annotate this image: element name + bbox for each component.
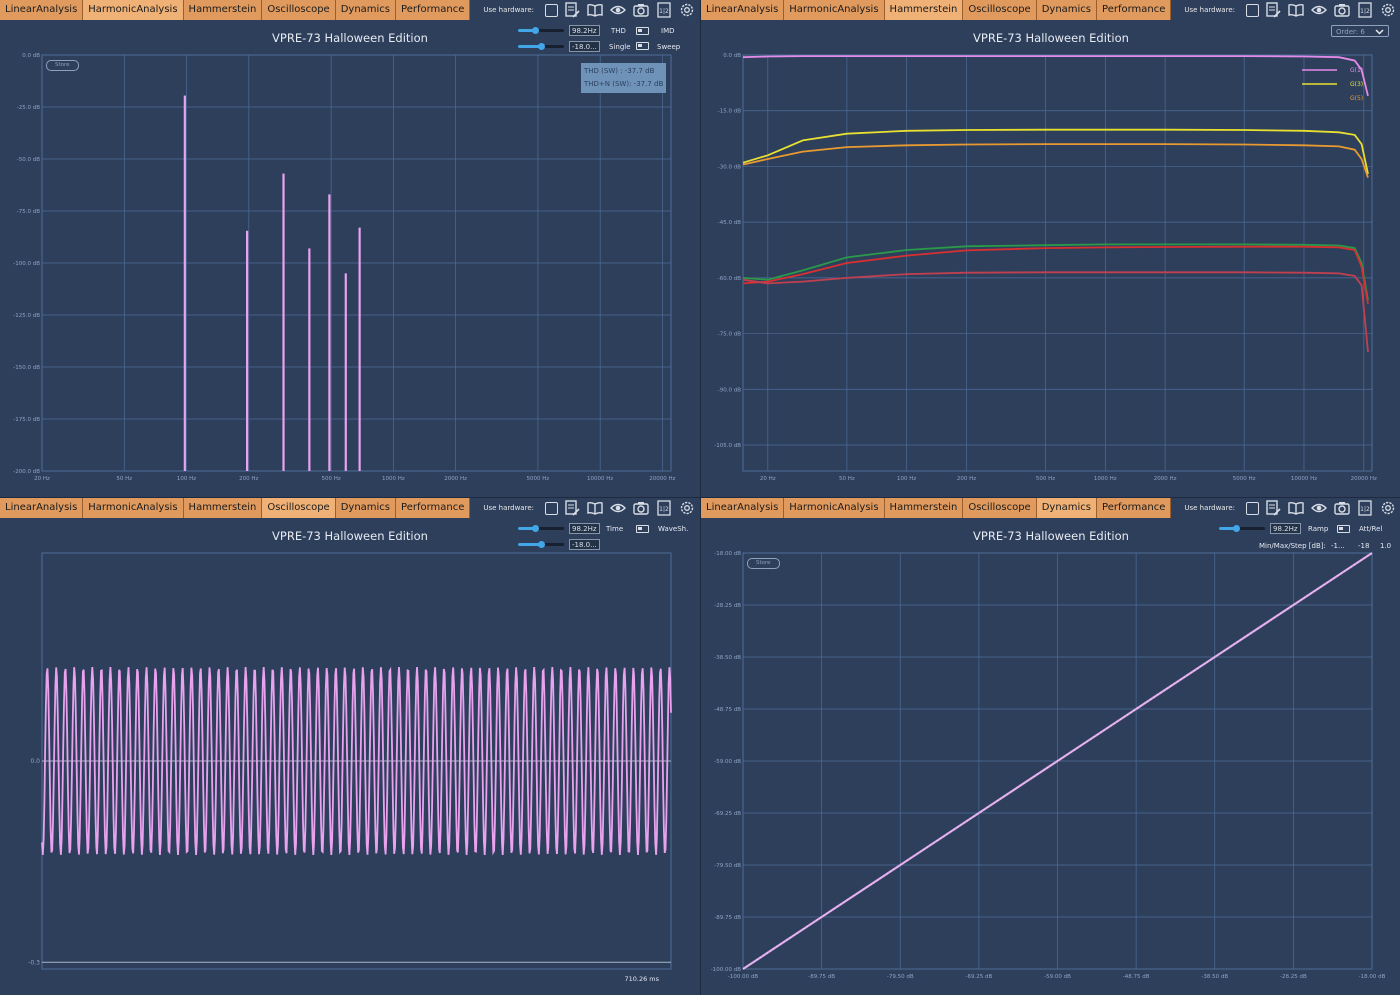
dynamics-chart: -100.00 dB -89.75 dB -79.50 dB -69.25 dB -59… <box>711 551 1386 980</box>
thd-readout-box: THD (SW) : -37.7 dB THD+N (SW): -37.7 dB <box>581 63 667 93</box>
y-tick-label: -59.00 dB <box>714 759 741 765</box>
hammerstein-chart: 20 Hz 50 Hz 100 Hz 200 Hz 500 Hz 1000 Hz 2000 … <box>714 53 1377 482</box>
harmonic-bar <box>344 273 347 471</box>
x-tick-label: -48.75 dB <box>1123 974 1150 980</box>
legend-label: G(5) <box>1350 95 1363 102</box>
series-line-g5 <box>742 143 1369 178</box>
y-tick-label: -50.0 dB <box>17 157 40 163</box>
y-tick-label: -45.0 dB <box>718 220 741 226</box>
x-tick-label: 100 Hz <box>897 476 916 482</box>
x-tick-label: 2000 Hz <box>444 476 467 482</box>
y-tick-label: -60.0 dB <box>718 276 741 282</box>
harmonic-bar <box>282 173 285 471</box>
x-tick-label: 20 Hz <box>34 476 50 482</box>
y-tick-label: 0.0 dB <box>22 53 40 59</box>
plot-frame <box>742 54 1373 472</box>
hammerstein-panel: LinearAnalysis HarmonicAnalysis Hammerst… <box>700 0 1400 497</box>
x-tick-label: 20000 Hz <box>1351 476 1377 482</box>
y-tick-label: -69.25 dB <box>714 811 741 817</box>
y-tick-label: -100.0 dB <box>13 261 40 267</box>
x-tick-label: 10000 Hz <box>587 476 613 482</box>
y-tick-label: -30.0 dB <box>718 164 741 170</box>
y-tick-label: -150.0 dB <box>13 365 40 371</box>
legend-label: G(3) <box>1350 81 1363 88</box>
x-tick-label: 50 Hz <box>116 476 132 482</box>
x-tick-label: 200 Hz <box>957 476 976 482</box>
dynamics-panel: LinearAnalysis HarmonicAnalysis Hammerst… <box>700 497 1400 995</box>
thdn-sw-readout: THD+N (SW): -37.7 dB <box>584 80 664 88</box>
harmonic-bar <box>308 248 311 471</box>
legend-label: G(1) <box>1350 67 1363 74</box>
store-button[interactable]: Store <box>747 558 780 569</box>
y-tick-label: -0.3 <box>28 959 40 966</box>
time-readout: 710.26 ms <box>624 975 659 983</box>
x-tick-label: 5000 Hz <box>527 476 550 482</box>
y-tick-label: -28.25 dB <box>714 603 741 609</box>
x-tick-label: -59.00 dB <box>1044 974 1071 980</box>
oscilloscope-panel: LinearAnalysis HarmonicAnalysis Hammerst… <box>0 497 700 995</box>
y-tick-label: -100.00 dB <box>711 967 741 973</box>
x-tick-label: 5000 Hz <box>1233 476 1256 482</box>
y-tick-label: -75.0 dB <box>17 209 40 215</box>
x-tick-label: -100.00 dB <box>728 974 758 980</box>
y-tick-label: -175.0 dB <box>13 417 40 423</box>
y-tick-label: -48.75 dB <box>714 707 741 713</box>
harmonic-bar <box>183 95 186 471</box>
y-tick-label: -15.0 dB <box>718 109 741 115</box>
y-tick-label: -89.75 dB <box>714 915 741 921</box>
y-tick-label: -18.00 dB <box>714 551 741 557</box>
x-tick-label: -38.50 dB <box>1201 974 1228 980</box>
x-tick-label: -79.50 dB <box>887 974 914 980</box>
y-tick-label: -90.0 dB <box>718 387 741 393</box>
series-line <box>742 271 1369 353</box>
harmonic-bar <box>358 227 361 471</box>
x-tick-label: 500 Hz <box>1036 476 1055 482</box>
x-tick-label: -89.75 dB <box>808 974 835 980</box>
y-tick-label: -25.0 dB <box>17 105 40 111</box>
store-button[interactable]: Store <box>46 60 79 71</box>
x-tick-label: 2000 Hz <box>1154 476 1177 482</box>
y-tick-label: 0.0 dB <box>723 53 741 59</box>
y-tick-label: -200.0 dB <box>13 469 40 475</box>
y-tick-label: -75.0 dB <box>718 332 741 338</box>
x-tick-label: -18.00 dB <box>1359 974 1386 980</box>
harmonic-bar <box>245 230 249 471</box>
x-tick-label: 100 Hz <box>177 476 196 482</box>
x-tick-label: 200 Hz <box>239 476 258 482</box>
x-tick-label: 10000 Hz <box>1291 476 1317 482</box>
y-tick-label: 0.0 <box>30 758 40 765</box>
x-tick-label: 50 Hz <box>839 476 855 482</box>
y-tick-label: -125.0 dB <box>13 313 40 319</box>
series-line <box>742 245 1369 305</box>
y-tick-label: -105.0 dB <box>714 443 741 449</box>
harmonic-analysis-panel: LinearAnalysis HarmonicAnalysis Hammerst… <box>0 0 700 497</box>
x-tick-label: 1000 Hz <box>1094 476 1117 482</box>
thd-sw-readout: THD (SW) : -37.7 dB <box>584 67 655 75</box>
y-tick-label: -79.50 dB <box>714 863 741 869</box>
x-tick-label: 20000 Hz <box>649 476 675 482</box>
harmonic-bar <box>328 194 331 472</box>
y-tick-label: -38.50 dB <box>714 655 741 661</box>
x-tick-label: 500 Hz <box>321 476 340 482</box>
x-tick-label: -28.25 dB <box>1280 974 1307 980</box>
oscilloscope-chart: 0.0 -0.3 710.26 ms <box>28 552 672 983</box>
series-line-g1 <box>742 55 1369 97</box>
series-line-g3 <box>742 128 1369 175</box>
x-tick-label: 1000 Hz <box>382 476 405 482</box>
x-tick-label: 20 Hz <box>760 476 776 482</box>
x-tick-label: -69.25 dB <box>966 974 993 980</box>
